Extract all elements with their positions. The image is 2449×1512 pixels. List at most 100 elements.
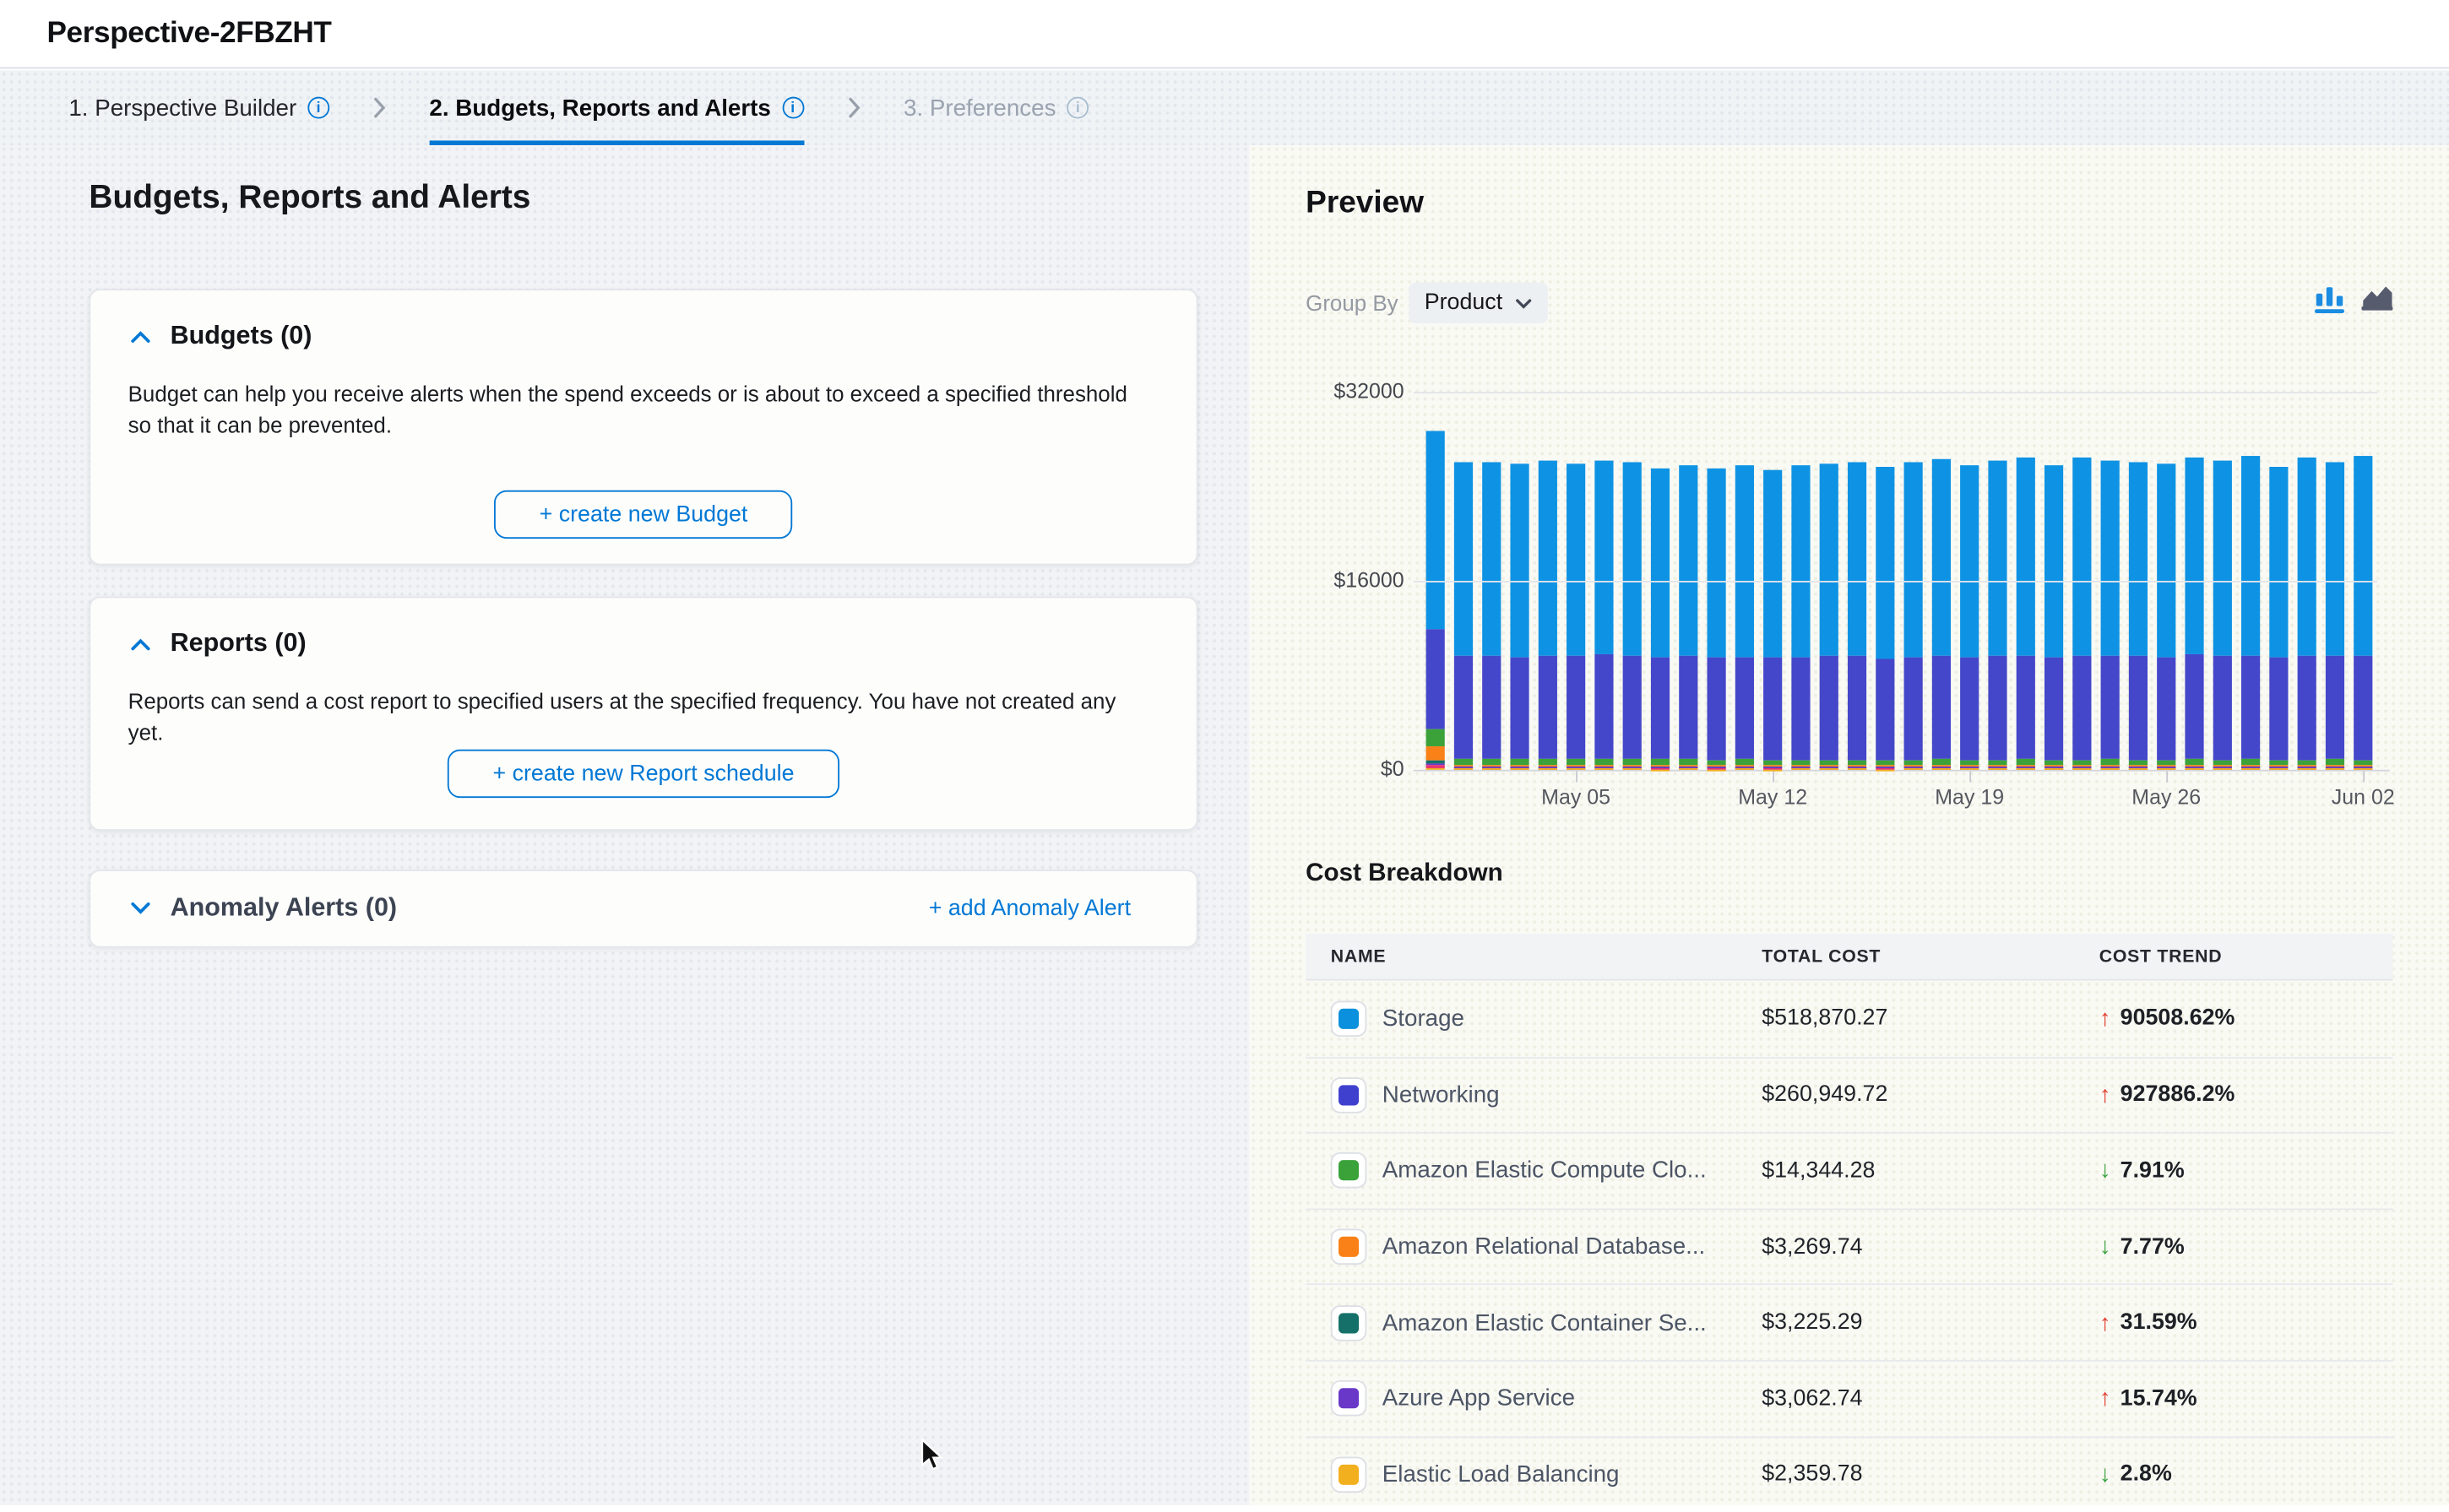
bar-segment	[2129, 769, 2148, 770]
trend-up-icon: ↑	[2099, 1387, 2111, 1411]
bar-segment	[1679, 759, 1697, 765]
bar-may-29[interactable]	[2241, 457, 2260, 770]
row-name: Amazon Elastic Container Se...	[1382, 1309, 1707, 1336]
row-total-cost: $3,225.29	[1762, 1310, 1862, 1336]
row-name: Amazon Relational Database...	[1382, 1233, 1705, 1260]
x-axis-tick	[1576, 772, 1577, 783]
legend-color-chip	[1331, 1380, 1367, 1417]
bar-may-01[interactable]	[1454, 462, 1473, 770]
bar-segment	[1426, 767, 1445, 769]
info-icon[interactable]: i	[782, 97, 804, 119]
legend-color-swatch	[1339, 1085, 1359, 1105]
bar-may-02[interactable]	[1482, 462, 1501, 770]
bar-may-07[interactable]	[1623, 462, 1642, 769]
chevron-down-icon[interactable]	[130, 895, 152, 923]
chevron-right-icon	[373, 70, 386, 145]
bar-segment	[1426, 431, 1445, 629]
chevron-up-icon[interactable]	[130, 322, 152, 350]
area-chart-icon[interactable]	[2360, 283, 2395, 322]
bar-may-27[interactable]	[2185, 458, 2203, 770]
bar-may-06[interactable]	[1594, 460, 1613, 770]
create-report-schedule-button[interactable]: + create new Report schedule	[448, 750, 839, 798]
anomaly-alerts-card: Anomaly Alerts (0) + add Anomaly Alert	[89, 870, 1197, 947]
legend-color-swatch	[1339, 1389, 1359, 1409]
bar-may-13[interactable]	[1791, 464, 1810, 769]
budgets-description: Budget can help you receive alerts when …	[128, 378, 1156, 441]
bar-segment	[1426, 629, 1445, 729]
bar-may-14[interactable]	[1820, 463, 1838, 770]
bar-segment	[1594, 769, 1613, 770]
bar-may-22[interactable]	[2044, 466, 2063, 770]
bar-may-08[interactable]	[1651, 469, 1670, 770]
bar-segment	[2354, 457, 2372, 655]
cost-breakdown-table: NAMETOTAL COSTCOST TRENDStorage$518,870.…	[1306, 934, 2392, 1512]
bar-segment	[2269, 657, 2288, 760]
bar-may-16[interactable]	[1876, 468, 1894, 770]
bar-segment	[2298, 655, 2316, 760]
bar-may-31[interactable]	[2298, 458, 2316, 770]
bar-segment	[2157, 464, 2175, 657]
trend-percent: 7.77%	[2120, 1234, 2185, 1260]
bar-may-11[interactable]	[1735, 466, 1754, 770]
tab-budgets-reports-alerts[interactable]: 2. Budgets, Reports and Alerts i	[429, 70, 803, 145]
x-axis-label: Jun 02	[2332, 785, 2395, 809]
bar-may-10[interactable]	[1707, 469, 1725, 770]
bar-segment	[1679, 769, 1697, 770]
cost-breakdown-title: Cost Breakdown	[1306, 860, 1502, 888]
bar-may-18[interactable]	[1932, 459, 1951, 769]
bar-jun-02[interactable]	[2354, 457, 2372, 770]
bar-jun-01[interactable]	[2326, 462, 2344, 770]
gridline	[1414, 581, 2377, 583]
tab-perspective-builder[interactable]: 1. Perspective Builder i	[68, 70, 329, 145]
trend-down-icon: ↓	[2099, 1159, 2111, 1183]
chevron-right-icon	[847, 70, 860, 145]
bar-may-05[interactable]	[1567, 463, 1585, 770]
trend-percent: 927886.2%	[2120, 1082, 2235, 1108]
bar-may-09[interactable]	[1679, 466, 1697, 770]
bar-may-23[interactable]	[2072, 458, 2091, 769]
bar-segment	[1848, 462, 1866, 656]
trend-percent: 15.74%	[2120, 1386, 2197, 1412]
bar-may-24[interactable]	[2101, 460, 2120, 770]
row-total-cost: $260,949.72	[1762, 1082, 1887, 1108]
chevron-up-icon[interactable]	[130, 630, 152, 658]
bar-segment	[1763, 769, 1782, 770]
legend-color-swatch	[1339, 1008, 1359, 1028]
info-icon[interactable]: i	[1067, 97, 1089, 119]
bar-may-21[interactable]	[2017, 458, 2035, 769]
bar-may-25[interactable]	[2129, 462, 2148, 770]
create-budget-button[interactable]: + create new Budget	[494, 490, 793, 539]
bar-chart-icon[interactable]	[2315, 283, 2346, 322]
table-row: Amazon Elastic Compute Clo...$14,344.28↓…	[1306, 1132, 2392, 1208]
bar-may-20[interactable]	[1988, 460, 2006, 770]
section-title: Budgets, Reports and Alerts	[89, 180, 530, 217]
table-row: Networking$260,949.72↑927886.2%	[1306, 1056, 2392, 1132]
info-icon[interactable]: i	[307, 97, 329, 119]
bar-may-04[interactable]	[1539, 460, 1557, 770]
bar-segment	[1904, 657, 1923, 760]
budgets-card: Budgets (0) Budget can help you receive …	[89, 289, 1197, 565]
bar-segment	[2044, 466, 2063, 657]
bar-may-15[interactable]	[1848, 462, 1866, 770]
bar-may-12[interactable]	[1763, 470, 1782, 770]
column-header-total-cost: TOTAL COST	[1762, 947, 1881, 966]
bar-segment	[2185, 769, 2203, 770]
tab-preferences[interactable]: 3. Preferences i	[904, 70, 1089, 145]
bar-segment	[1539, 655, 1557, 759]
bar-segment	[2017, 655, 2035, 760]
bar-segment	[1960, 657, 1979, 760]
bar-apr-30[interactable]	[1426, 431, 1445, 770]
bar-may-17[interactable]	[1904, 463, 1923, 770]
column-header-cost-trend: COST TREND	[2099, 947, 2223, 966]
bar-segment	[1539, 460, 1557, 655]
trend-up-icon: ↑	[2099, 1083, 2111, 1107]
bar-may-26[interactable]	[2157, 464, 2175, 770]
bar-may-19[interactable]	[1960, 465, 1979, 770]
group-by-dropdown[interactable]: Product	[1409, 283, 1548, 323]
trend-percent: 7.91%	[2120, 1158, 2185, 1184]
bar-may-30[interactable]	[2269, 467, 2288, 769]
add-anomaly-alert-link[interactable]: + add Anomaly Alert	[920, 895, 1140, 923]
bar-may-28[interactable]	[2213, 460, 2232, 770]
bar-segment	[2157, 657, 2175, 760]
bar-may-03[interactable]	[1510, 464, 1529, 770]
